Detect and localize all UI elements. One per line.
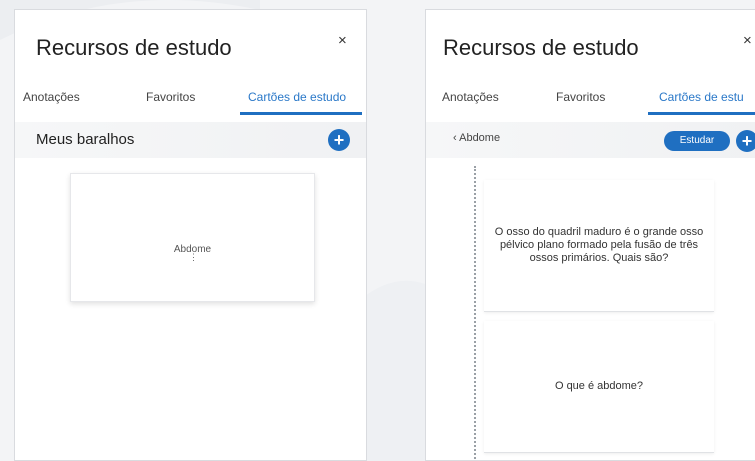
section-title: Meus baralhos <box>36 131 135 148</box>
tab-favorites[interactable]: Favoritos <box>556 90 605 104</box>
panel-title: Recursos de estudo <box>443 35 639 60</box>
add-card-button[interactable]: + <box>736 130 755 152</box>
add-deck-button[interactable]: + <box>328 129 350 151</box>
back-to-deck-link[interactable]: ‹ Abdome <box>453 132 500 144</box>
study-resources-panel-cards: Recursos de estudo × Anotações Favoritos… <box>425 9 755 461</box>
tab-bar: Anotações Favoritos Cartões de estu <box>426 90 755 112</box>
study-button[interactable]: Estudar <box>664 131 730 151</box>
more-options-icon[interactable]: ⋮ <box>189 253 198 262</box>
tab-flashcards[interactable]: Cartões de estu <box>659 90 744 104</box>
tab-favorites[interactable]: Favoritos <box>146 90 195 104</box>
flashcard[interactable]: O que é abdome? <box>484 321 714 453</box>
tab-annotations[interactable]: Anotações <box>23 90 80 104</box>
tab-annotations[interactable]: Anotações <box>442 90 499 104</box>
close-icon[interactable]: × <box>743 32 752 49</box>
flashcard[interactable]: O osso do quadril maduro é o grande osso… <box>484 180 714 312</box>
tab-bar: Anotações Favoritos Cartões de estudo <box>15 90 366 112</box>
list-divider <box>474 166 476 460</box>
deck-card[interactable]: Abdome ⋮ <box>70 173 315 302</box>
close-icon[interactable]: × <box>338 32 347 49</box>
decks-header: Meus baralhos + <box>15 122 366 158</box>
study-resources-panel-decks: Recursos de estudo × Anotações Favoritos… <box>14 9 367 461</box>
active-tab-indicator <box>240 112 362 115</box>
active-tab-indicator <box>648 112 755 115</box>
tab-flashcards[interactable]: Cartões de estudo <box>248 90 346 104</box>
panel-title: Recursos de estudo <box>36 35 232 60</box>
flashcard-list: O osso do quadril maduro é o grande osso… <box>474 166 720 460</box>
deck-header: ‹ Abdome Estudar + <box>426 122 755 158</box>
